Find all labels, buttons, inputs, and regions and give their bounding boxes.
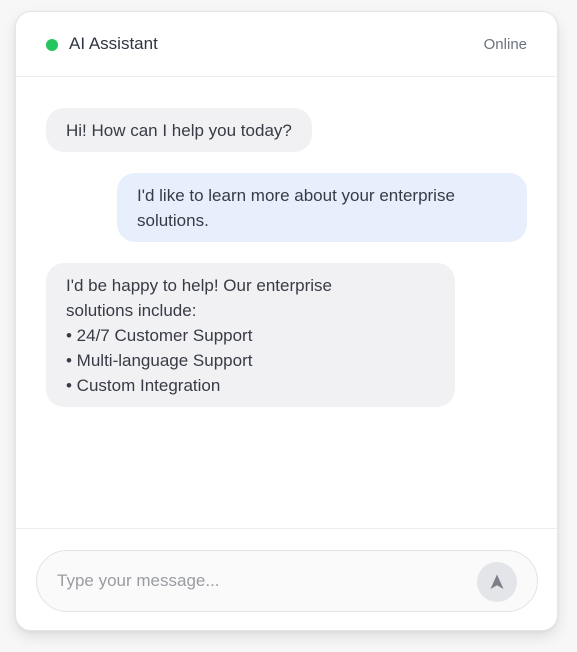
message-input-container[interactable] <box>36 550 538 612</box>
message-input[interactable] <box>57 551 467 611</box>
user-message: I'd like to learn more about your enterp… <box>117 173 527 242</box>
assistant-title: AI Assistant <box>69 34 158 53</box>
status-text: Online <box>483 36 527 53</box>
send-button[interactable] <box>477 562 517 602</box>
send-icon <box>490 574 504 589</box>
list-item: • 24/7 Customer Support <box>66 326 253 345</box>
chat-header: AI Assistant Online <box>16 12 557 77</box>
list-item: • Custom Integration <box>66 376 221 395</box>
assistant-message: Hi! How can I help you today? <box>46 108 312 152</box>
list-item: • Multi-language Support <box>66 351 253 370</box>
message-line: I'd like to learn more about your enterp… <box>137 186 455 205</box>
message-line: I'd be happy to help! Our enterprise <box>66 276 332 295</box>
message-line: Hi! How can I help you today? <box>66 121 292 140</box>
message-line: solutions. <box>137 211 209 230</box>
message-list: Hi! How can I help you today? I'd like t… <box>16 77 557 528</box>
composer-area <box>16 528 557 630</box>
assistant-message: I'd be happy to help! Our enterprise sol… <box>46 263 455 407</box>
chat-window: AI Assistant Online Hi! How can I help y… <box>15 11 558 631</box>
message-line: solutions include: <box>66 301 197 320</box>
online-status-dot <box>46 39 58 51</box>
